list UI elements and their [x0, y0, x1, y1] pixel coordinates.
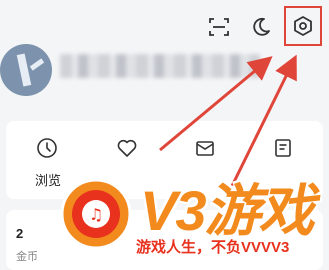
watermark-title: V3游戏 — [140, 179, 314, 242]
svg-text:♫: ♫ — [89, 205, 103, 224]
document-icon — [275, 139, 291, 157]
message-icon — [196, 141, 214, 156]
watermark-logo-icon: ♫ — [60, 178, 132, 250]
avatar[interactable] — [0, 44, 52, 96]
settings-icon[interactable] — [292, 15, 314, 37]
scan-icon[interactable] — [208, 16, 230, 38]
watermark-subtitle: 游戏人生，不负VVVV3 — [136, 239, 290, 256]
clock-icon — [37, 138, 57, 158]
username-blurred — [60, 54, 260, 78]
stat-value: 2 — [16, 226, 24, 241]
stat-label: 金币 — [16, 251, 38, 263]
moon-icon[interactable] — [250, 16, 272, 38]
heart-icon — [117, 139, 137, 157]
